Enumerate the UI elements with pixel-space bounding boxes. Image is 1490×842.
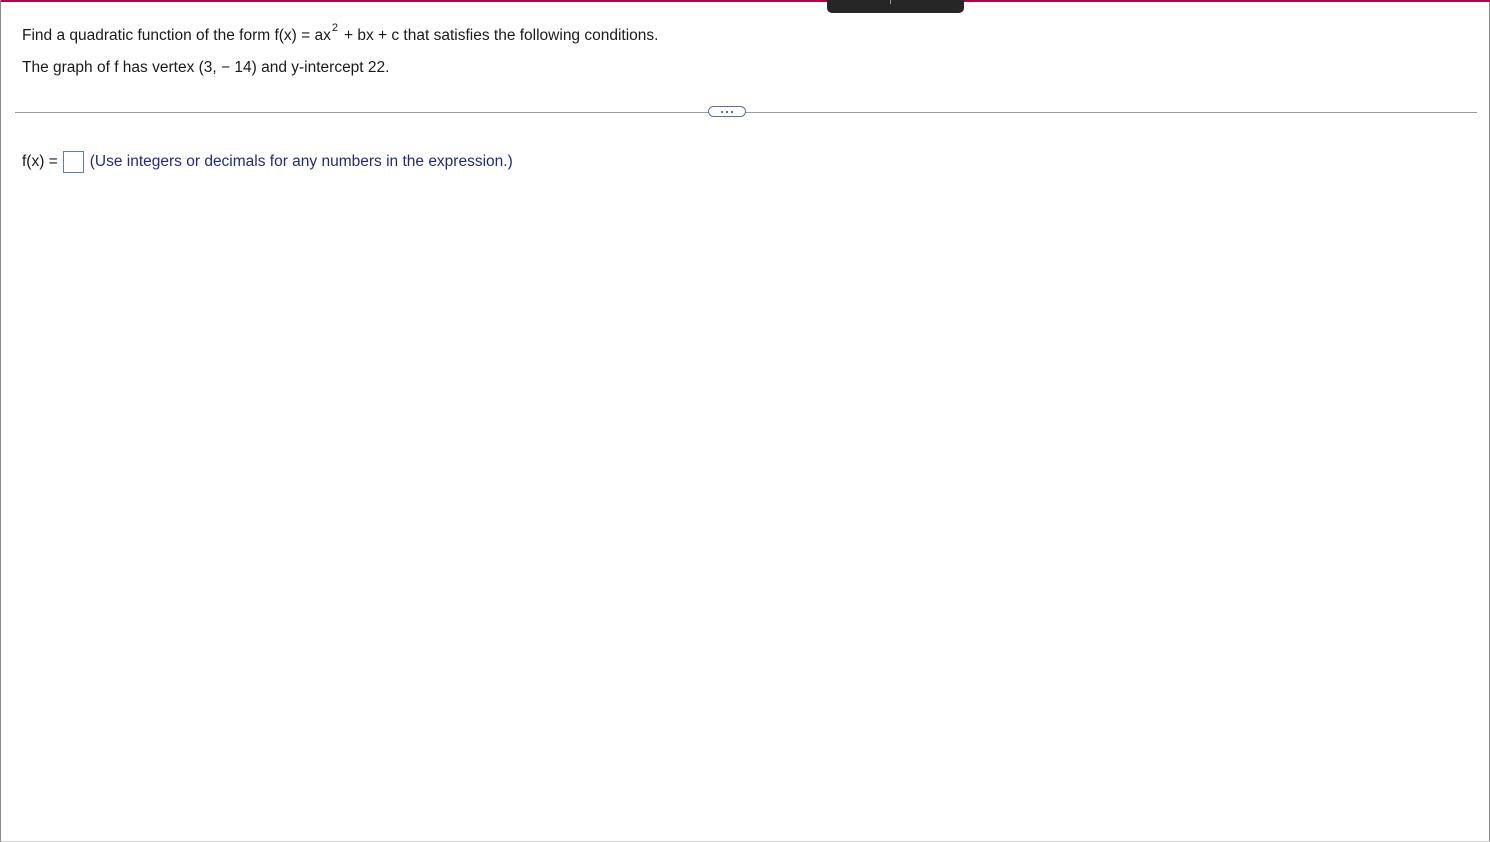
condition-text: The graph of f has vertex (3, − 14) and … bbox=[22, 59, 390, 76]
more-dots-icon bbox=[720, 110, 735, 113]
section-divider bbox=[15, 112, 1477, 113]
question-exponent: 2 bbox=[331, 22, 338, 34]
answer-input[interactable] bbox=[62, 151, 84, 173]
question-prefix: Find a quadratic function of the form f(… bbox=[22, 27, 331, 45]
top-accent-bar bbox=[1, 0, 1490, 2]
question-page: Find a quadratic function of the form f(… bbox=[0, 0, 1490, 842]
answer-row: f(x) = (Use integers or decimals for any… bbox=[22, 150, 513, 174]
answer-hint: (Use integers or decimals for any number… bbox=[89, 153, 513, 170]
toolbar-tab-marker bbox=[890, 0, 891, 4]
expand-more-button[interactable] bbox=[708, 106, 746, 117]
top-toolbar-tab[interactable] bbox=[827, 0, 964, 13]
question-text: Find a quadratic function of the form f(… bbox=[22, 21, 658, 46]
question-suffix: + bx + c that satisfies the following co… bbox=[343, 27, 659, 45]
answer-label: f(x) = bbox=[22, 153, 58, 170]
